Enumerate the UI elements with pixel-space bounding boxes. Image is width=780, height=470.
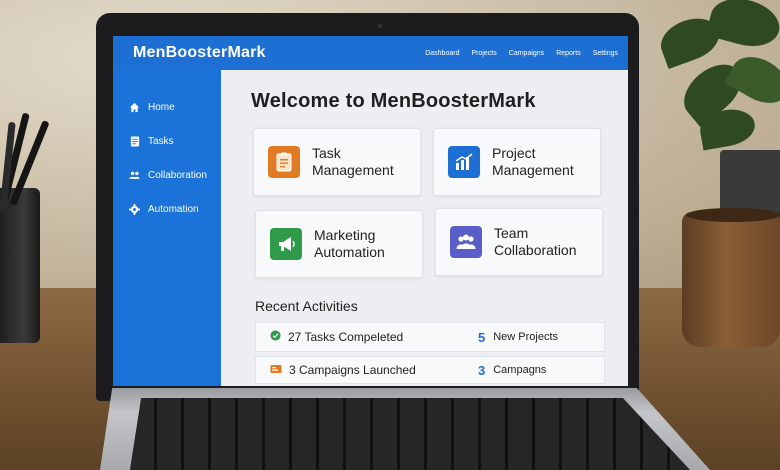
recent-activities-section: Recent Activities 27 Tasks Compeleted 5 … bbox=[221, 70, 628, 386]
nav-settings[interactable]: Settings bbox=[593, 50, 618, 57]
activity-text: 3 Campaigns Launched bbox=[289, 363, 416, 377]
sidebar-item-collaboration[interactable]: Collaboration bbox=[113, 158, 221, 192]
pen-holder bbox=[0, 188, 40, 343]
activity-label: Campagns bbox=[493, 364, 547, 376]
activity-label: New Projects bbox=[493, 331, 559, 343]
app-header: MenBoosterMark Dashboard Projects Campai… bbox=[113, 36, 628, 70]
brand-logo[interactable]: MenBoosterMark bbox=[133, 44, 266, 62]
activity-count: 3 bbox=[478, 362, 486, 378]
home-icon bbox=[129, 102, 140, 113]
tasks-icon bbox=[129, 135, 140, 147]
activity-right: 5 New Projects bbox=[478, 330, 558, 345]
sidebar-item-label: Tasks bbox=[148, 135, 174, 147]
gear-icon bbox=[129, 203, 140, 215]
nav-dashboard[interactable]: Dashboard bbox=[425, 50, 459, 57]
activity-row[interactable]: 3 Campaigns Launched 3 Campagns bbox=[255, 356, 605, 384]
nav-projects[interactable]: Projects bbox=[471, 50, 496, 57]
top-navigation: Dashboard Projects Campaigns Reports Set… bbox=[425, 50, 618, 57]
campaign-icon bbox=[270, 363, 282, 377]
sidebar: Home Tasks Collaboration Automation bbox=[113, 70, 221, 386]
sidebar-item-label: Collaboration bbox=[148, 169, 207, 181]
activity-left: 3 Campaigns Launched bbox=[256, 363, 478, 377]
webcam bbox=[378, 24, 382, 28]
activity-left: 27 Tasks Compeleted bbox=[256, 330, 478, 344]
activity-count: 5 bbox=[478, 329, 486, 345]
laptop-screen: MenBoosterMark Dashboard Projects Campai… bbox=[113, 36, 628, 386]
activity-row[interactable]: 27 Tasks Compeleted 5 New Projects bbox=[255, 322, 605, 352]
users-icon bbox=[129, 170, 140, 181]
nav-reports[interactable]: Reports bbox=[556, 50, 581, 57]
sidebar-item-label: Automation bbox=[148, 203, 199, 215]
potted-plant bbox=[640, 0, 780, 230]
sidebar-item-tasks[interactable]: Tasks bbox=[113, 124, 221, 158]
activity-right: 3 Campagns bbox=[478, 363, 546, 378]
nav-campaigns[interactable]: Campaigns bbox=[509, 50, 544, 57]
sidebar-item-label: Home bbox=[148, 101, 175, 113]
keyboard bbox=[130, 398, 690, 470]
coffee-mug bbox=[682, 212, 780, 347]
activity-text: 27 Tasks Compeleted bbox=[288, 330, 404, 344]
sidebar-item-home[interactable]: Home bbox=[113, 90, 221, 124]
sidebar-item-automation[interactable]: Automation bbox=[113, 192, 221, 226]
check-circle-icon bbox=[270, 330, 281, 344]
coffee-mug-rim bbox=[686, 208, 780, 222]
recent-activities-title: Recent Activities bbox=[255, 298, 358, 314]
